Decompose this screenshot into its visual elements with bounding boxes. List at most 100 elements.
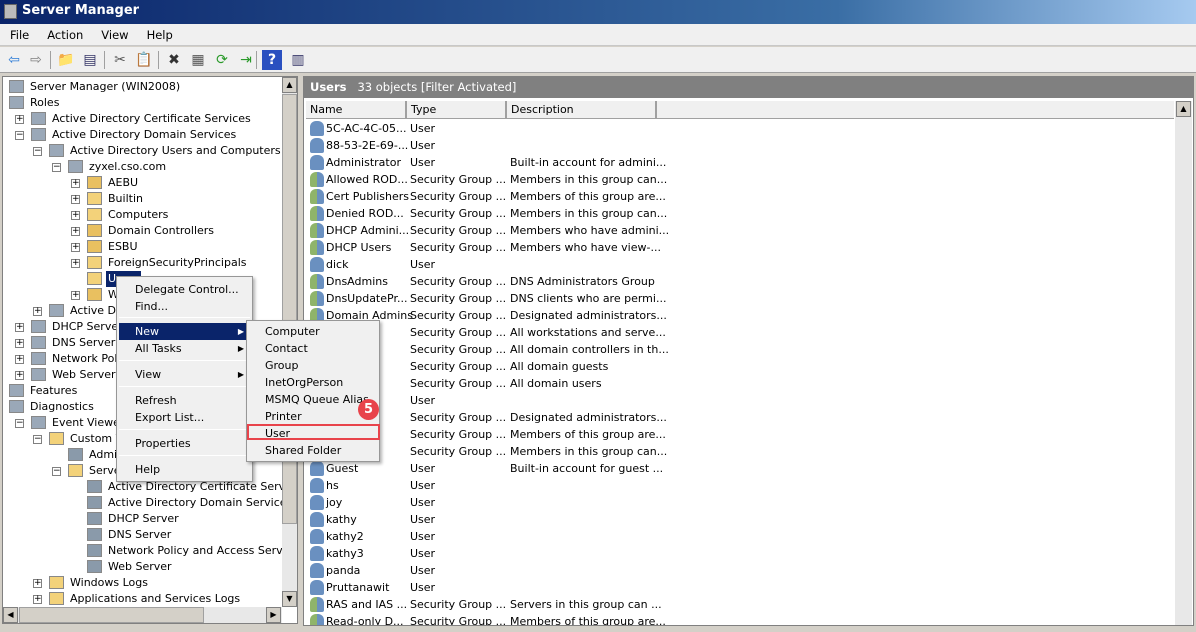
collapse-icon[interactable]: −: [52, 467, 61, 476]
expand-icon[interactable]: +: [15, 115, 24, 124]
expand-icon[interactable]: +: [71, 291, 80, 300]
forward-arrow-icon[interactable]: ⇨: [26, 50, 46, 70]
expand-icon[interactable]: +: [15, 371, 24, 380]
table-row[interactable]: Denied ROD... Security Group ... Members i…: [304, 205, 1174, 222]
table-row[interactable]: estsSecurity Group ...All domain guests: [304, 358, 1174, 375]
paste-icon[interactable]: 📋: [134, 50, 154, 70]
list-scroll-up-button[interactable]: ▲: [1176, 101, 1191, 117]
cell-desc: Members who have admini...: [510, 224, 670, 237]
scroll-right-button[interactable]: ▶: [266, 607, 281, 623]
table-row[interactable]: R...Security Group ...Members of this gr…: [304, 426, 1174, 443]
table-row[interactable]: joy User: [304, 494, 1174, 511]
table-row[interactable]: DnsUpdatePr... Security Group ... DNS clie…: [304, 290, 1174, 307]
table-row[interactable]: 88-53-2E-69-... User: [304, 137, 1174, 154]
context-menu-item[interactable]: Help: [119, 461, 250, 478]
properties-icon[interactable]: ▦: [188, 50, 208, 70]
table-row[interactable]: Guest User Built-in account for guest ...: [304, 460, 1174, 477]
table-row[interactable]: Pruttanawit User: [304, 579, 1174, 596]
table-row[interactable]: Domain Admins Security Group ... Designate…: [304, 307, 1174, 324]
column-description[interactable]: Description: [507, 101, 657, 119]
menu-action[interactable]: Action: [37, 24, 91, 42]
expand-icon[interactable]: +: [33, 307, 42, 316]
new-contact-item[interactable]: Contact: [249, 340, 377, 357]
context-menu-item[interactable]: Refresh: [119, 392, 250, 409]
table-row[interactable]: E...User: [304, 392, 1174, 409]
show-action-pane-icon[interactable]: ▥: [288, 50, 308, 70]
expand-icon[interactable]: +: [71, 227, 80, 236]
menu-item-label: Help: [135, 463, 161, 476]
expand-icon[interactable]: +: [71, 179, 80, 188]
export-list-icon[interactable]: ⇥: [236, 50, 256, 70]
collapse-icon[interactable]: −: [33, 147, 42, 156]
table-row[interactable]: 5C-AC-4C-05... User: [304, 120, 1174, 137]
context-menu-item[interactable]: Export List...: [119, 409, 250, 426]
table-row[interactable]: ersSecurity Group ...All domain users: [304, 375, 1174, 392]
cut-icon[interactable]: ✂: [110, 50, 130, 70]
context-menu-item[interactable]: Find...: [119, 298, 250, 315]
menu-help[interactable]: Help: [137, 24, 181, 42]
scroll-down-button[interactable]: ▼: [282, 591, 297, 607]
context-menu-item[interactable]: All Tasks ▶: [119, 340, 250, 357]
back-arrow-icon[interactable]: ⇦: [4, 50, 24, 70]
list-vertical-scrollbar[interactable]: ▲: [1175, 101, 1192, 625]
table-row[interactable]: nt...Security Group ...All domain contro…: [304, 341, 1174, 358]
user-icon: [310, 121, 324, 136]
cell-type: User: [410, 394, 436, 407]
collapse-icon[interactable]: −: [15, 419, 24, 428]
table-row[interactable]: Cert Publishers Security Group ... Members…: [304, 188, 1174, 205]
expand-icon[interactable]: +: [33, 595, 42, 604]
scroll-left-button[interactable]: ◀: [3, 607, 18, 623]
expand-icon[interactable]: +: [71, 195, 80, 204]
cell-name: Guest: [326, 462, 359, 475]
table-row[interactable]: Read-only D... Security Group ... Members …: [304, 613, 1174, 625]
table-row[interactable]: Allowed ROD... Security Group ... Members …: [304, 171, 1174, 188]
expand-icon[interactable]: +: [71, 211, 80, 220]
hscroll-thumb[interactable]: [19, 607, 204, 623]
table-row[interactable]: Administrator User Built-in account for ad…: [304, 154, 1174, 171]
table-row[interactable]: dick User: [304, 256, 1174, 273]
cell-desc: Members in this group can...: [510, 207, 668, 220]
table-row[interactable]: panda User: [304, 562, 1174, 579]
column-type[interactable]: Type: [407, 101, 507, 119]
table-row[interactable]: y ...Security Group ...Members in this g…: [304, 443, 1174, 460]
expand-icon[interactable]: +: [71, 243, 80, 252]
context-menu-item[interactable]: View ▶: [119, 366, 250, 383]
collapse-icon[interactable]: −: [52, 163, 61, 172]
scroll-up-button[interactable]: ▲: [282, 77, 297, 93]
menu-file[interactable]: File: [0, 24, 37, 42]
show-hide-console-tree-icon[interactable]: ▤: [80, 50, 100, 70]
expand-icon[interactable]: +: [15, 355, 24, 364]
tree-item-label: DNS Server: [52, 336, 116, 349]
refresh-icon[interactable]: ⟳: [212, 50, 232, 70]
cell-type: User: [410, 530, 436, 543]
help-icon[interactable]: ?: [262, 50, 282, 70]
expand-icon[interactable]: +: [33, 579, 42, 588]
table-row[interactable]: kathy User: [304, 511, 1174, 528]
new-inetorgperson-item[interactable]: InetOrgPerson: [249, 374, 377, 391]
collapse-icon[interactable]: −: [33, 435, 42, 444]
table-row[interactable]: m...Security Group ...All workstations a…: [304, 324, 1174, 341]
table-row[interactable]: kathy2 User: [304, 528, 1174, 545]
table-row[interactable]: DHCP Users Security Group ... Members who …: [304, 239, 1174, 256]
up-folder-icon[interactable]: 📁: [56, 50, 76, 70]
table-row[interactable]: RAS and IAS ... Security Group ... Servers…: [304, 596, 1174, 613]
new-shared-folder-item[interactable]: Shared Folder: [249, 442, 377, 459]
table-row[interactable]: A...Security Group ...Designated adminis…: [304, 409, 1174, 426]
collapse-icon[interactable]: −: [15, 131, 24, 140]
table-row[interactable]: kathy3 User: [304, 545, 1174, 562]
expand-icon[interactable]: +: [15, 339, 24, 348]
context-menu-item[interactable]: New ▶: [119, 323, 250, 340]
tree-horizontal-scrollbar[interactable]: ◀ ▶: [3, 607, 282, 623]
expand-icon[interactable]: +: [71, 259, 80, 268]
menu-view[interactable]: View: [91, 24, 136, 42]
new-computer-item[interactable]: Computer: [249, 323, 377, 340]
table-row[interactable]: hs User: [304, 477, 1174, 494]
table-row[interactable]: DnsAdmins Security Group ... DNS Administr…: [304, 273, 1174, 290]
table-row[interactable]: DHCP Admini... Security Group ... Members …: [304, 222, 1174, 239]
column-name[interactable]: Name: [306, 101, 407, 119]
new-group-item[interactable]: Group: [249, 357, 377, 374]
delete-icon[interactable]: ✖: [164, 50, 184, 70]
expand-icon[interactable]: +: [15, 323, 24, 332]
context-menu-item[interactable]: Delegate Control...: [119, 281, 250, 298]
context-menu-item[interactable]: Properties: [119, 435, 250, 452]
